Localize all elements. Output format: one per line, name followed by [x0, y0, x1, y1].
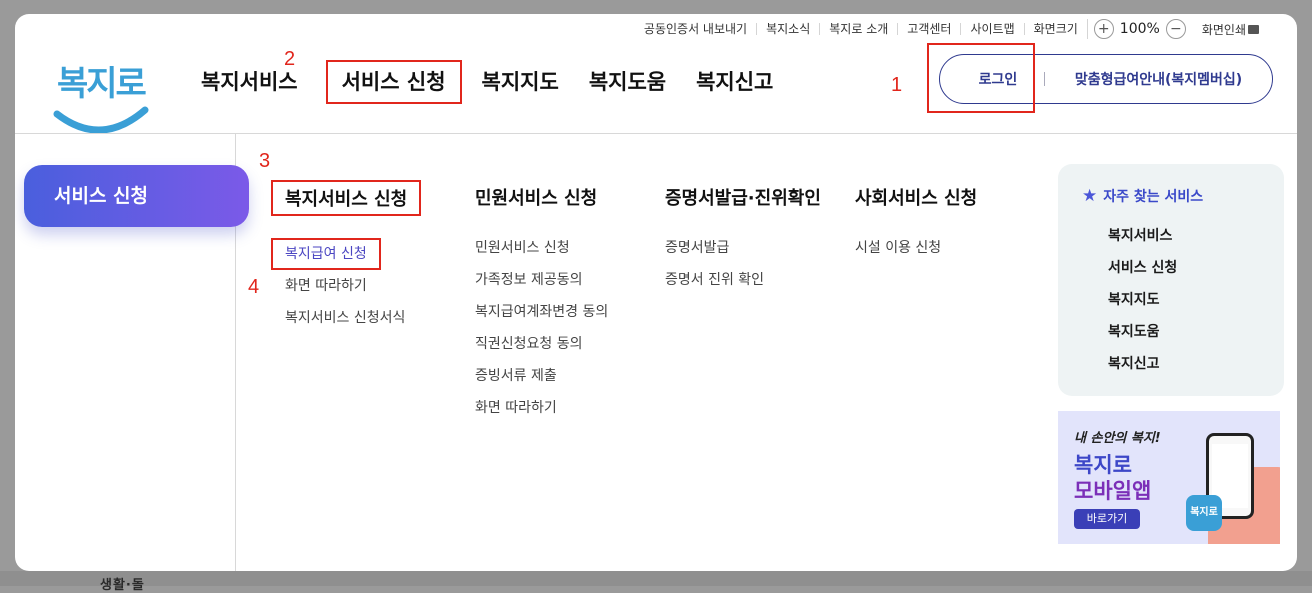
menu-column-welfare-apply: 복지서비스 신청 복지급여 신청 화면 따라하기 복지서비스 신청서식	[271, 180, 422, 334]
favorites-item[interactable]: 복지지도	[1108, 284, 1177, 316]
gnb-welfare-map[interactable]: 복지지도	[468, 60, 573, 104]
util-news[interactable]: 복지소식	[756, 23, 819, 35]
site-logo[interactable]: 복지로	[53, 52, 149, 136]
star-icon: ★	[1082, 186, 1098, 206]
menu-column-social-service: 사회서비스 신청 시설 이용 신청	[855, 184, 977, 264]
banner-go-button[interactable]: 바로가기	[1074, 509, 1140, 529]
favorites-title-text: 자주 찾는 서비스	[1103, 189, 1204, 205]
annotation-2: 2	[284, 48, 296, 70]
menu-column-civil-apply: 민원서비스 신청 민원서비스 신청 가족정보 제공동의 복지급여계좌변경 동의 …	[475, 184, 608, 424]
zoom-level: 100%	[1119, 21, 1160, 37]
menu-item[interactable]: 화면 따라하기	[285, 270, 421, 302]
annotation-1: 1	[891, 74, 903, 96]
mega-menu-panel: 공동인증서 내보내기 복지소식 복지로 소개 고객센터 사이트맵 화면크기 + …	[15, 14, 1297, 571]
gnb-welfare-report[interactable]: 복지신고	[682, 60, 787, 104]
zoom-out-button[interactable]: −	[1165, 19, 1186, 39]
util-customer-center[interactable]: 고객센터	[897, 23, 960, 35]
menu-item[interactable]: 증빙서류 제출	[475, 360, 608, 392]
util-sitemap[interactable]: 사이트맵	[960, 23, 1023, 35]
menu-item[interactable]: 시설 이용 신청	[855, 232, 977, 264]
menu-item[interactable]: 가족정보 제공동의	[475, 264, 608, 296]
menu-heading[interactable]: 사회서비스 신청	[855, 184, 977, 210]
mobile-app-banner[interactable]: 내 손안의 복지! 복지로 모바일앱 바로가기 복지로	[1058, 411, 1280, 544]
zoom-in-button[interactable]: +	[1093, 19, 1114, 39]
menu-item-welfare-benefit-apply[interactable]: 복지급여 신청	[271, 238, 381, 270]
side-category-service-apply[interactable]: 서비스 신청	[24, 165, 249, 227]
annotation-4: 4	[248, 276, 260, 298]
menu-item[interactable]: 직권신청요청 동의	[475, 328, 608, 360]
banner-title-line2: 모바일앱	[1074, 479, 1152, 503]
printer-icon	[1248, 24, 1259, 34]
background-strip	[0, 571, 1312, 586]
print-button[interactable]: 화면인쇄	[1192, 21, 1259, 38]
background-text: 생활·돌	[100, 578, 145, 593]
favorites-item[interactable]: 서비스 신청	[1108, 252, 1177, 284]
favorites-item[interactable]: 복지신고	[1108, 348, 1177, 380]
menu-item[interactable]: 복지급여계좌변경 동의	[475, 296, 608, 328]
favorites-item[interactable]: 복지도움	[1108, 316, 1177, 348]
banner-subtitle: 내 손안의 복지!	[1074, 431, 1161, 446]
menu-heading[interactable]: 증명서발급·진위확인	[665, 184, 821, 210]
logo-smile-icon	[53, 106, 149, 134]
utility-bar: 공동인증서 내보내기 복지소식 복지로 소개 고객센터 사이트맵 화면크기 + …	[635, 14, 1259, 44]
menu-item[interactable]: 화면 따라하기	[475, 392, 608, 424]
menu-column-certificate: 증명서발급·진위확인 증명서발급 증명서 진위 확인	[665, 184, 821, 296]
print-label: 화면인쇄	[1201, 22, 1246, 37]
zoom-control: + 100% −	[1086, 19, 1192, 39]
app-icon: 복지로	[1186, 495, 1222, 531]
menu-item[interactable]: 증명서발급	[665, 232, 821, 264]
gnb-welfare-help[interactable]: 복지도움	[575, 60, 680, 104]
util-about[interactable]: 복지로 소개	[819, 23, 897, 35]
annotation-3: 3	[259, 150, 271, 172]
util-cert-export[interactable]: 공동인증서 내보내기	[635, 23, 756, 35]
membership-guide-button[interactable]: 맞춤형급여안내(복지멤버십)	[1045, 69, 1272, 89]
menu-item[interactable]: 복지서비스 신청서식	[285, 302, 421, 334]
highlight-box-login	[927, 43, 1035, 113]
menu-heading[interactable]: 민원서비스 신청	[475, 184, 608, 210]
gnb-service-apply[interactable]: 서비스 신청	[325, 60, 462, 104]
favorites-item[interactable]: 복지서비스	[1108, 220, 1177, 252]
header-divider	[15, 133, 1297, 134]
global-nav: 복지서비스 서비스 신청 복지지도 복지도움 복지신고	[187, 60, 787, 104]
favorites-title: ★ 자주 찾는 서비스	[1082, 186, 1203, 206]
favorites-list: 복지서비스 서비스 신청 복지지도 복지도움 복지신고	[1108, 220, 1177, 380]
menu-item[interactable]: 민원서비스 신청	[475, 232, 608, 264]
menu-item[interactable]: 증명서 진위 확인	[665, 264, 821, 296]
favorites-panel: ★ 자주 찾는 서비스 복지서비스 서비스 신청 복지지도 복지도움 복지신고	[1058, 164, 1284, 396]
menu-heading[interactable]: 복지서비스 신청	[271, 180, 422, 216]
util-screen-size-label: 화면크기	[1023, 23, 1087, 35]
